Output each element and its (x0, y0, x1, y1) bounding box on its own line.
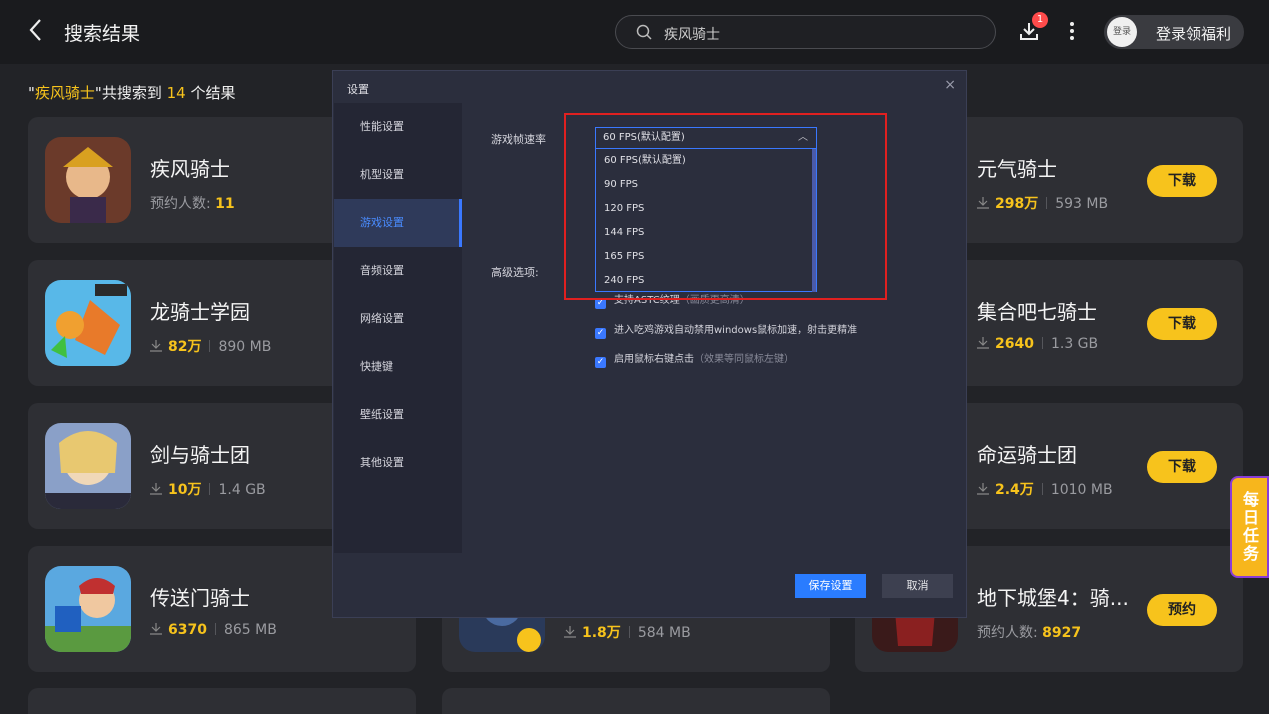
daily-task-badge[interactable]: 每日任务 (1230, 476, 1269, 578)
sidebar-item-game[interactable]: 游戏设置 (334, 199, 462, 247)
game-name: 集合吧七骑士 (977, 300, 1097, 324)
game-meta: 2.4万 1010 MB (977, 479, 1113, 499)
summary-mid: "共搜索到 (94, 84, 167, 102)
advanced-label: 高级选项: (491, 266, 539, 279)
game-icon (45, 423, 131, 509)
fps-label: 游戏帧速率 (491, 133, 546, 146)
sidebar-item-performance[interactable]: 性能设置 (334, 103, 462, 151)
checkbox-checked-icon: ✓ (595, 328, 606, 339)
game-name: 剑与骑士团 (150, 443, 250, 467)
game-meta: 预约人数: 11 (150, 193, 235, 213)
checkbox-label: 进入吃鸡游戏自动禁用windows鼠标加速，射击更精准 (614, 325, 858, 336)
sidebar-item-wallpaper[interactable]: 壁纸设置 (334, 391, 462, 439)
download-count: 10万 (168, 482, 202, 498)
download-count: 1.8万 (582, 625, 621, 641)
file-size: 1.4 GB (218, 482, 266, 498)
game-icon (45, 280, 131, 366)
game-meta: 82万 890 MB (150, 336, 271, 356)
download-small-icon (150, 483, 162, 495)
download-count: 6370 (168, 622, 207, 638)
search-input[interactable]: 疾风骑士 (615, 15, 996, 49)
download-button[interactable]: 下载 (1147, 308, 1217, 340)
game-card[interactable] (28, 688, 416, 714)
download-count-badge: 1 (1032, 12, 1048, 28)
game-name: 传送门骑士 (150, 586, 250, 610)
summary-tail: 个结果 (185, 84, 236, 102)
game-card[interactable] (442, 688, 830, 714)
summary-keyword: 疾风骑士 (34, 84, 95, 102)
download-count: 82万 (168, 339, 202, 355)
game-name: 元气骑士 (977, 157, 1057, 181)
file-size: 1.3 GB (1050, 336, 1099, 352)
avatar: 登录 (1107, 17, 1137, 47)
file-size: 1010 MB (1050, 482, 1113, 498)
sidebar-item-shortcuts[interactable]: 快捷键 (334, 343, 462, 391)
game-meta: 298万 593 MB (977, 193, 1108, 213)
download-button[interactable]: 下载 (1147, 451, 1217, 483)
close-icon[interactable]: × (944, 77, 956, 93)
sidebar-item-audio[interactable]: 音频设置 (334, 247, 462, 295)
mouse-accel-checkbox[interactable]: ✓ 进入吃鸡游戏自动禁用windows鼠标加速，射击更精准 (595, 321, 857, 339)
login-label: 登录领福利 (1156, 25, 1232, 43)
game-name: 地下城堡4：骑... (977, 586, 1129, 610)
checkbox-note: （效果等同鼠标左键） (694, 354, 794, 365)
search-summary: "疾风骑士"共搜索到 14 个结果 (28, 82, 235, 103)
sidebar-item-network[interactable]: 网络设置 (334, 295, 462, 343)
login-button[interactable]: 登录 登录领福利 (1104, 15, 1244, 49)
chevron-left-icon[interactable] (28, 18, 50, 46)
cancel-button[interactable]: 取消 (882, 574, 953, 598)
page-title: 搜索结果 (64, 23, 141, 45)
sidebar-item-other[interactable]: 其他设置 (334, 439, 462, 487)
checkbox-checked-icon: ✓ (595, 357, 606, 368)
file-size: 584 MB (637, 625, 691, 641)
dialog-footer (333, 553, 966, 617)
more-menu-icon[interactable] (1068, 22, 1076, 42)
checkbox-label: 启用鼠标右键点击 (614, 354, 694, 365)
download-small-icon (977, 337, 989, 349)
save-settings-button[interactable]: 保存设置 (795, 574, 866, 598)
game-icon (45, 137, 131, 223)
search-value: 疾风骑士 (664, 27, 720, 43)
file-size: 593 MB (1055, 196, 1109, 212)
game-meta: 10万 1.4 GB (150, 479, 266, 499)
meta-label: 预约人数: (977, 625, 1038, 641)
top-bar: 搜索结果 疾风骑士 1 登录 登录领福利 (0, 0, 1269, 64)
summary-quote: " (28, 84, 35, 102)
game-meta: 1.8万 584 MB (564, 622, 691, 642)
download-small-icon (150, 623, 162, 635)
dialog-title: 设置 (347, 83, 369, 96)
meta-label: 预约人数: (150, 196, 211, 212)
settings-sidebar: 性能设置 机型设置 游戏设置 音频设置 网络设置 快捷键 壁纸设置 其他设置 (334, 103, 462, 553)
game-name: 命运骑士团 (977, 443, 1077, 467)
summary-count: 14 (166, 84, 186, 102)
search-icon (636, 24, 652, 40)
right-click-checkbox[interactable]: ✓ 启用鼠标右键点击（效果等同鼠标左键） (595, 350, 794, 368)
sidebar-item-device[interactable]: 机型设置 (334, 151, 462, 199)
game-meta: 6370 865 MB (150, 622, 277, 638)
download-small-icon (564, 626, 576, 638)
reserve-button[interactable]: 预约 (1147, 594, 1217, 626)
download-small-icon (977, 483, 989, 495)
download-small-icon (150, 340, 162, 352)
file-size: 865 MB (223, 622, 277, 638)
download-count: 2640 (995, 336, 1034, 352)
download-button[interactable]: 下载 (1147, 165, 1217, 197)
game-meta: 预约人数: 8927 (977, 622, 1081, 642)
game-icon (45, 566, 131, 652)
meta-value: 11 (215, 196, 235, 212)
game-name: 疾风骑士 (150, 157, 230, 181)
highlight-annotation-box (564, 113, 887, 300)
download-count: 2.4万 (995, 482, 1034, 498)
download-count: 298万 (995, 196, 1039, 212)
file-size: 890 MB (218, 339, 272, 355)
download-small-icon (977, 197, 989, 209)
meta-value: 8927 (1042, 625, 1082, 641)
game-name: 龙骑士学园 (150, 300, 250, 324)
game-meta: 2640 1.3 GB (977, 336, 1098, 352)
